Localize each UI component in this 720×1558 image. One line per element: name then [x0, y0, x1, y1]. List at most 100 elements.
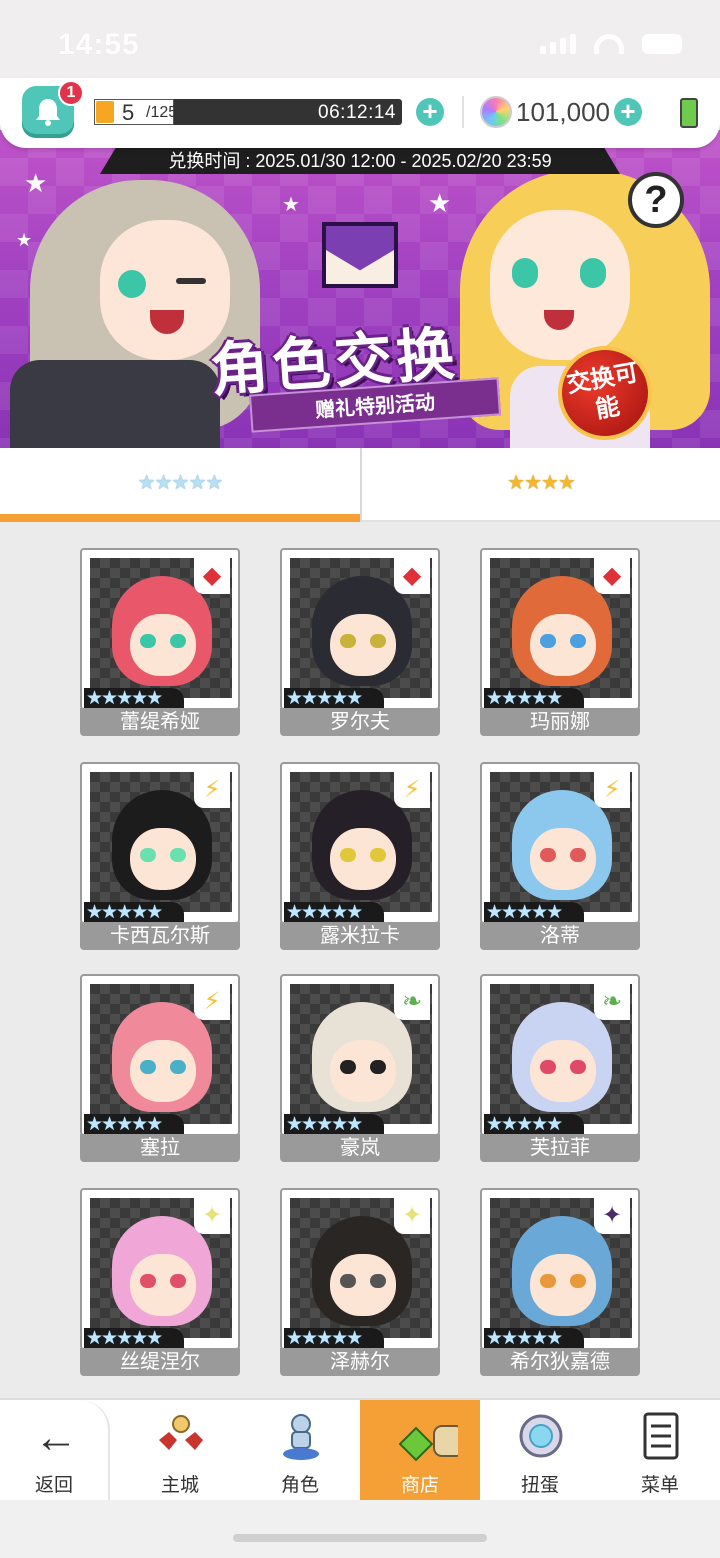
system-indicators	[540, 34, 682, 54]
rank-stars: ★★★★★	[284, 902, 384, 924]
character-card[interactable]: ✦ ★★★★★ 希尔狄嘉德	[480, 1188, 640, 1376]
stamina-max: /125	[146, 104, 178, 121]
rarity-tabs: ★★★★★ ★★★★	[0, 448, 720, 522]
element-light-icon: ✦	[194, 1198, 230, 1234]
nav-gacha-label: 扭蛋	[520, 1475, 559, 1496]
element-fire-icon: ◆	[594, 558, 630, 594]
add-gems-button[interactable]: +	[614, 98, 642, 126]
character-icon	[283, 1414, 319, 1460]
card-frame: ◆ ★★★★★	[80, 548, 240, 710]
back-arrow-icon: ←	[34, 1413, 78, 1462]
portrait-eye	[540, 1274, 556, 1288]
card-frame: ◆ ★★★★★	[280, 548, 440, 710]
character-card[interactable]: ⚡ ★★★★★ 卡西瓦尔斯	[80, 762, 240, 950]
device-battery-icon	[680, 98, 698, 128]
exchange-period: 兑换时间 : 2025.01/30 12:00 - 2025.02/20 23:…	[100, 148, 620, 174]
resource-bar: 1 5 /125 06:12:14 + 101,000 +	[0, 78, 720, 148]
nav-character[interactable]: 角色	[240, 1400, 360, 1500]
back-label: 返回	[34, 1475, 73, 1496]
menu-icon	[643, 1412, 679, 1460]
status-bar: 14:55	[0, 0, 720, 80]
nav-menu[interactable]: 菜单	[600, 1400, 720, 1500]
character-card[interactable]: ◆ ★★★★★ 蕾缇希娅	[80, 548, 240, 736]
add-stamina-button[interactable]: +	[416, 98, 444, 126]
nav-shop-label: 商店	[400, 1475, 439, 1496]
portrait-eye	[340, 1060, 356, 1074]
character-name: 卡西瓦尔斯	[80, 922, 240, 950]
character-name: 泽赫尔	[280, 1348, 440, 1376]
rank-stars: ★★★★★	[484, 1328, 584, 1350]
tab-4-star[interactable]: ★★★★	[360, 448, 720, 522]
element-lightning-icon: ⚡	[194, 772, 230, 808]
notification-badge: 1	[58, 80, 84, 106]
portrait-eye	[370, 634, 386, 648]
rank-stars: ★★★★★	[484, 902, 584, 924]
character-card[interactable]: ❧ ★★★★★ 豪岚	[280, 974, 440, 1162]
rank-stars: ★★★★★	[84, 688, 184, 710]
element-nature-icon: ❧	[394, 984, 430, 1020]
portrait-eye	[170, 1274, 186, 1288]
portrait-face	[330, 1040, 396, 1102]
character-card[interactable]: ✦ ★★★★★ 泽赫尔	[280, 1188, 440, 1376]
card-frame: ⚡ ★★★★★	[80, 762, 240, 924]
status-time: 14:55	[58, 28, 140, 61]
portrait-eye	[140, 1060, 156, 1074]
nav-castle[interactable]: 主城	[120, 1400, 240, 1500]
element-fire-icon: ◆	[394, 558, 430, 594]
portrait-eye	[340, 1274, 356, 1288]
character-card[interactable]: ◆ ★★★★★ 玛丽娜	[480, 548, 640, 736]
character-name: 罗尔夫	[280, 708, 440, 736]
character-name: 芙拉菲	[480, 1134, 640, 1162]
portrait-eye	[540, 1060, 556, 1074]
character-card[interactable]: ⚡ ★★★★★ 露米拉卡	[280, 762, 440, 950]
envelope-icon	[322, 222, 398, 288]
nav-castle-label: 主城	[160, 1475, 199, 1496]
portrait-face	[330, 614, 396, 676]
rank-stars: ★★★★★	[484, 688, 584, 710]
tab-5-star[interactable]: ★★★★★	[0, 448, 360, 522]
portrait-eye	[540, 634, 556, 648]
rank-stars: ★★★★★	[284, 688, 384, 710]
stamina-bolt-icon	[96, 101, 114, 123]
character-card[interactable]: ✦ ★★★★★ 丝缇涅尔	[80, 1188, 240, 1376]
portrait-eye	[140, 848, 156, 862]
element-nature-icon: ❧	[594, 984, 630, 1020]
help-button[interactable]: ?	[628, 172, 684, 228]
element-lightning-icon: ⚡	[194, 984, 230, 1020]
card-frame: ✦ ★★★★★	[280, 1188, 440, 1350]
portrait-face	[130, 1254, 196, 1316]
portrait-eye	[570, 634, 586, 648]
card-frame: ⚡ ★★★★★	[280, 762, 440, 924]
nav-gacha[interactable]: 扭蛋	[480, 1400, 600, 1500]
element-dark-icon: ✦	[594, 1198, 630, 1234]
card-frame: ✦ ★★★★★	[80, 1188, 240, 1350]
portrait-eye	[370, 848, 386, 862]
portrait-face	[530, 828, 596, 890]
gacha-icon	[519, 1414, 563, 1458]
element-lightning-icon: ⚡	[394, 772, 430, 808]
signal-icon	[540, 34, 576, 54]
nav-menu-label: 菜单	[640, 1475, 679, 1496]
character-card[interactable]: ❧ ★★★★★ 芙拉菲	[480, 974, 640, 1162]
character-card[interactable]: ⚡ ★★★★★ 洛蒂	[480, 762, 640, 950]
portrait-eye	[570, 1060, 586, 1074]
character-name: 豪岚	[280, 1134, 440, 1162]
portrait-eye	[370, 1274, 386, 1288]
portrait-face	[130, 1040, 196, 1102]
home-indicator-area	[0, 1500, 720, 1558]
gem-icon	[480, 96, 512, 128]
portrait-face	[530, 1254, 596, 1316]
portrait-eye	[170, 1060, 186, 1074]
card-frame: ⚡ ★★★★★	[480, 762, 640, 924]
nav-shop[interactable]: 商店	[360, 1400, 480, 1500]
stamina-timer: 06:12:14	[318, 102, 396, 123]
event-banner[interactable]: ★ ★ ★ ★ ★ 兑换时间 : 2025.01/30 12:00 - 2025…	[0, 130, 720, 448]
portrait-eye	[570, 1274, 586, 1288]
character-card[interactable]: ◆ ★★★★★ 罗尔夫	[280, 548, 440, 736]
character-card[interactable]: ⚡ ★★★★★ 塞拉	[80, 974, 240, 1162]
battery-icon	[642, 34, 682, 54]
portrait-eye	[140, 1274, 156, 1288]
wifi-icon	[594, 34, 624, 54]
portrait-eye	[340, 848, 356, 862]
back-button[interactable]: ← 返回	[0, 1400, 110, 1500]
